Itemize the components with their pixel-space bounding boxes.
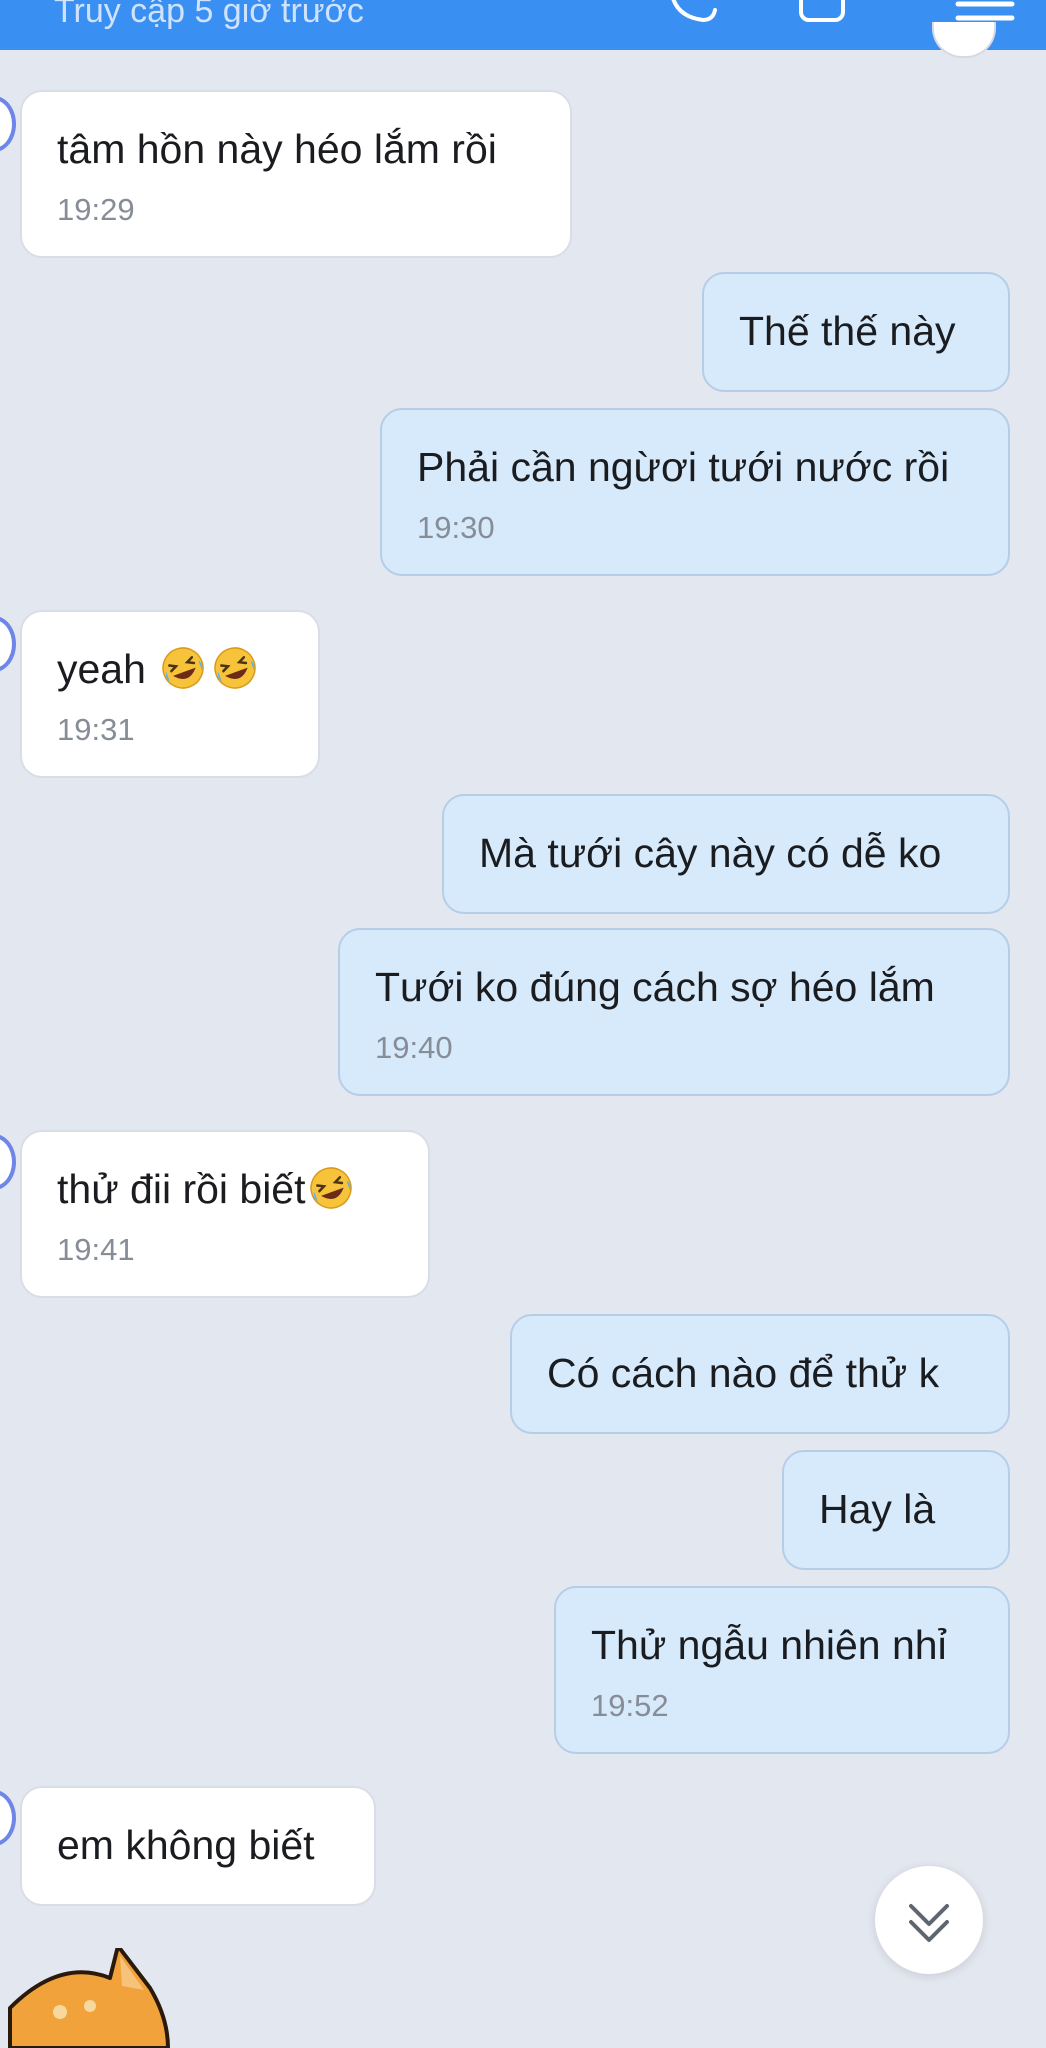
sender-avatar[interactable] <box>0 1134 16 1190</box>
message-text: Mà tưới cây này có dễ ko <box>479 830 942 876</box>
video-call-icon[interactable] <box>665 0 721 26</box>
incoming-message[interactable]: yeah 19:31 <box>20 610 320 778</box>
message-time: 19:29 <box>57 192 135 227</box>
outgoing-message[interactable]: Mà tưới cây này có dễ ko <box>442 794 1010 914</box>
last-seen-status: Truy cập 5 giờ trước <box>54 0 364 30</box>
chat-header: Truy cập 5 giờ trước <box>0 0 1046 50</box>
outgoing-message[interactable]: Thế thế này <box>702 272 1010 392</box>
search-icon[interactable] <box>795 0 851 26</box>
incoming-message[interactable]: tâm hồn này héo lắm rồi 19:29 <box>20 90 572 258</box>
sender-avatar[interactable] <box>0 96 16 152</box>
message-text: Thử ngẫu nhiên nhỉ <box>591 1622 947 1668</box>
incoming-message[interactable]: thử đii rồi biết 19:41 <box>20 1130 430 1298</box>
outgoing-message[interactable]: Hay là <box>782 1450 1010 1570</box>
outgoing-message[interactable]: Phải cần ngừơi tưới nước rồi 19:30 <box>380 408 1010 576</box>
rolling-on-floor-laughing-icon <box>214 647 256 689</box>
message-text: tâm hồn này héo lắm rồi <box>57 126 497 172</box>
message-text: Tưới ko đúng cách sợ héo lắm <box>375 964 935 1010</box>
message-time: 19:30 <box>417 510 495 545</box>
double-chevron-down-icon <box>909 1904 949 1942</box>
incoming-message[interactable]: em không biết <box>20 1786 376 1906</box>
message-text: Hay là <box>819 1486 936 1532</box>
sender-avatar[interactable] <box>0 616 16 672</box>
outgoing-message[interactable]: Thử ngẫu nhiên nhỉ 19:52 <box>554 1586 1010 1754</box>
message-time: 19:31 <box>57 712 135 747</box>
scroll-to-bottom-button[interactable] <box>875 1866 983 1974</box>
message-time: 19:52 <box>591 1688 669 1723</box>
shiba-dog-sticker[interactable] <box>0 1948 180 2048</box>
sender-avatar[interactable] <box>0 1790 16 1846</box>
message-text: em không biết <box>57 1822 315 1868</box>
message-text: Thế thế này <box>739 308 956 354</box>
message-text: yeah <box>57 646 146 692</box>
message-time: 19:41 <box>57 1232 135 1267</box>
message-text: thử đii rồi biết <box>57 1166 306 1212</box>
rolling-on-floor-laughing-icon <box>309 1167 352 1209</box>
outgoing-message[interactable]: Có cách nào để thử k <box>510 1314 1010 1434</box>
rolling-on-floor-laughing-icon <box>162 647 204 689</box>
message-time: 19:40 <box>375 1030 453 1065</box>
message-text: Phải cần ngừơi tưới nước rồi <box>417 444 950 490</box>
message-text: Có cách nào để thử k <box>547 1350 940 1396</box>
outgoing-message[interactable]: Tưới ko đúng cách sợ héo lắm 19:40 <box>338 928 1010 1096</box>
profile-avatar-edge <box>932 22 996 58</box>
